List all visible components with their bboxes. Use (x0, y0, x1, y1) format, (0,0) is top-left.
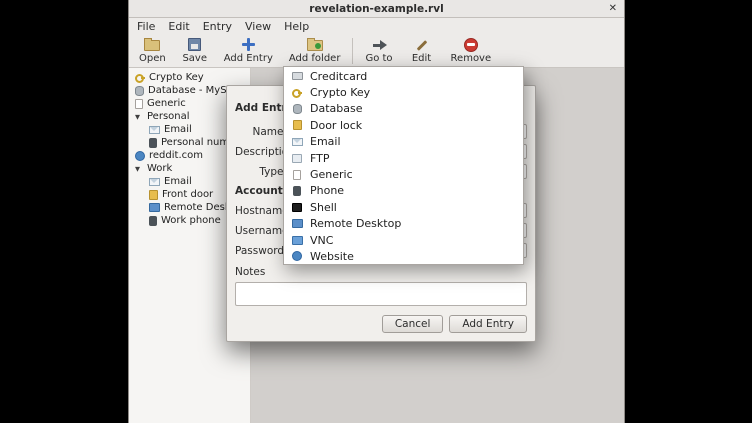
phone-icon (149, 138, 157, 148)
website-icon (135, 151, 145, 161)
type-option-ftp[interactable]: FTP (284, 150, 523, 166)
type-option-crypto-key[interactable]: Crypto Key (284, 84, 523, 100)
desktop-background: revelation-example.rvl ✕ File Edit Entry… (0, 0, 752, 423)
shell-icon (292, 203, 302, 212)
phone-icon (149, 216, 157, 226)
type-option-remote-desktop[interactable]: Remote Desktop (284, 216, 523, 232)
edit-button[interactable]: Edit (405, 36, 439, 65)
notes-label: Notes (235, 266, 527, 278)
menu-item-file[interactable]: File (137, 20, 155, 33)
goto-icon (372, 38, 387, 52)
save-icon (188, 38, 201, 51)
email-icon (149, 178, 160, 186)
door-lock-icon (149, 190, 158, 200)
expander-icon[interactable] (135, 163, 143, 174)
type-dropdown-menu: Creditcard Crypto Key Database Door lock… (283, 66, 524, 265)
remote-desktop-icon (149, 203, 160, 212)
generic-icon (293, 170, 301, 180)
key-icon (292, 88, 302, 98)
toolbar-separator (352, 38, 353, 64)
close-icon[interactable]: ✕ (609, 3, 617, 15)
menu-item-help[interactable]: Help (284, 20, 309, 33)
type-option-website[interactable]: Website (284, 248, 523, 264)
type-option-database[interactable]: Database (284, 101, 523, 117)
menu-item-view[interactable]: View (245, 20, 271, 33)
save-button[interactable]: Save (178, 36, 212, 65)
add-folder-button[interactable]: Add folder (285, 36, 345, 65)
tree-item-crypto-key[interactable]: Crypto Key (129, 71, 250, 84)
menu-item-entry[interactable]: Entry (203, 20, 232, 33)
ftp-icon (292, 154, 302, 163)
email-icon (149, 126, 160, 134)
email-icon (292, 138, 303, 146)
creditcard-icon (292, 72, 303, 80)
notes-input[interactable] (235, 282, 527, 306)
key-icon (135, 73, 145, 83)
add-entry-button[interactable]: Add Entry (220, 36, 277, 65)
door-lock-icon (293, 120, 302, 130)
phone-icon (293, 186, 301, 196)
toolbar: Open Save Add Entry Add folder Go to E (129, 34, 624, 68)
edit-icon (415, 38, 429, 52)
open-button[interactable]: Open (135, 36, 170, 65)
add-entry-submit-button[interactable]: Add Entry (449, 315, 527, 333)
open-icon (144, 40, 160, 51)
menu-item-edit[interactable]: Edit (168, 20, 189, 33)
generic-icon (135, 99, 143, 109)
menu-bar: File Edit Entry View Help (129, 18, 624, 34)
expander-icon[interactable] (135, 111, 143, 122)
type-option-email[interactable]: Email (284, 134, 523, 150)
type-option-vnc[interactable]: VNC (284, 232, 523, 248)
database-icon (135, 86, 144, 96)
type-option-shell[interactable]: Shell (284, 199, 523, 215)
type-option-phone[interactable]: Phone (284, 183, 523, 199)
type-option-generic[interactable]: Generic (284, 166, 523, 182)
website-icon (292, 251, 302, 261)
remove-icon (464, 38, 478, 52)
remote-desktop-icon (292, 219, 303, 228)
window-title: revelation-example.rvl (309, 3, 443, 15)
vnc-icon (292, 236, 303, 245)
title-bar[interactable]: revelation-example.rvl ✕ (129, 0, 624, 18)
database-icon (293, 104, 302, 114)
cancel-button[interactable]: Cancel (382, 315, 444, 333)
type-option-door-lock[interactable]: Door lock (284, 117, 523, 133)
add-entry-icon (241, 37, 256, 52)
goto-button[interactable]: Go to (361, 36, 396, 65)
remove-button[interactable]: Remove (447, 36, 496, 65)
add-folder-icon (307, 40, 323, 51)
type-option-creditcard[interactable]: Creditcard (284, 68, 523, 84)
